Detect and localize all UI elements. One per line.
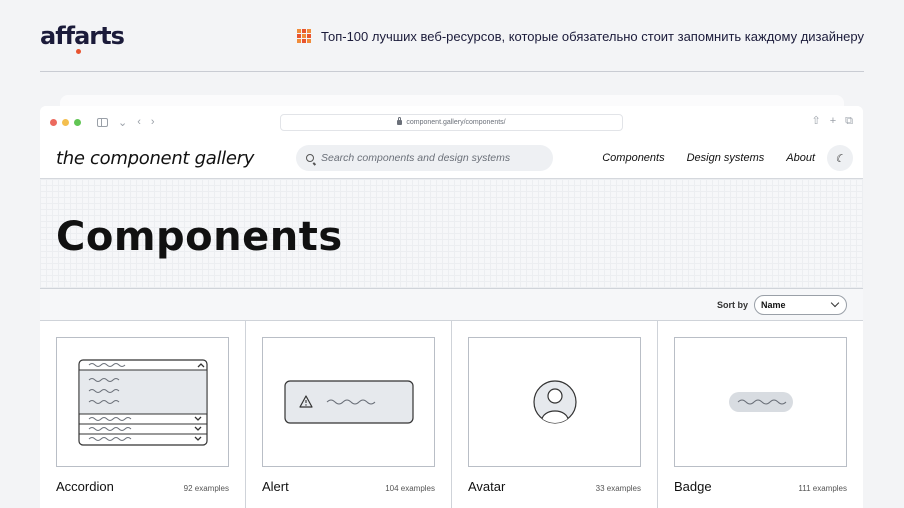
window-controls (50, 118, 81, 126)
page-title: Components (56, 213, 343, 260)
nav-about[interactable]: About (786, 152, 815, 164)
address-url: component.gallery/components/ (406, 119, 506, 126)
grid-icon (297, 29, 312, 43)
card-footer: Alert 104 examples (262, 479, 435, 494)
component-card-badge[interactable]: Badge 111 examples (658, 321, 863, 508)
lock-icon (397, 117, 403, 125)
nav-components[interactable]: Components (602, 152, 664, 164)
component-card-avatar[interactable]: Avatar 33 examples (452, 321, 658, 508)
close-button[interactable] (50, 118, 57, 126)
card-title: Alert (262, 479, 289, 494)
headline-text: Топ-100 лучших веб-ресурсов, которые обя… (321, 28, 864, 44)
avatar-illustration (468, 337, 641, 467)
nav-design-systems[interactable]: Design systems (687, 152, 765, 164)
chevron-down-icon (830, 298, 840, 308)
card-title: Avatar (468, 479, 506, 494)
forward-icon[interactable]: › (151, 116, 155, 128)
component-grid: Accordion 92 examples Alert 104 examples… (40, 321, 863, 508)
component-card-alert[interactable]: Alert 104 examples (246, 321, 452, 508)
search-input[interactable]: Search components and design systems (296, 145, 553, 171)
component-card-accordion[interactable]: Accordion 92 examples (40, 321, 246, 508)
nav-controls: ⌄ ‹ › (97, 116, 155, 129)
accordion-illustration (56, 337, 229, 467)
article-headline: Топ-100 лучших веб-ресурсов, которые обя… (297, 29, 864, 44)
card-count: 111 examples (798, 484, 847, 493)
accordion-icon (78, 359, 208, 446)
chevron-down-icon[interactable]: ⌄ (118, 116, 127, 129)
site-nav-links: Components Design systems About ☾ (602, 145, 853, 171)
moon-icon[interactable]: ☾ (827, 145, 853, 171)
card-count: 33 examples (595, 484, 641, 493)
card-footer: Badge 111 examples (674, 479, 847, 494)
search-placeholder: Search components and design systems (321, 152, 511, 164)
minimize-button[interactable] (62, 118, 69, 126)
sort-value: Name (761, 299, 786, 310)
sort-bar: Sort by Name (40, 289, 863, 321)
share-icon[interactable]: ⇧ (811, 115, 820, 127)
badge-illustration (674, 337, 847, 467)
browser-actions: ⇧ + ⧉ (811, 115, 853, 127)
new-tab-icon[interactable]: + (830, 115, 836, 127)
browser-window: ⌄ ‹ › component.gallery/components/ ⇧ + … (40, 106, 863, 508)
logo-dot (76, 49, 81, 54)
affarts-logo[interactable]: affarts (40, 22, 125, 54)
sidebar-icon[interactable] (97, 117, 108, 127)
logo-text: affarts (40, 22, 125, 50)
site-navbar: the component gallery Search components … (40, 138, 863, 179)
sort-select[interactable]: Name (754, 294, 847, 315)
card-title: Accordion (56, 479, 114, 494)
site-brand[interactable]: the component gallery (56, 148, 296, 169)
alert-illustration (262, 337, 435, 467)
card-footer: Accordion 92 examples (56, 479, 229, 494)
alert-icon (284, 380, 414, 424)
card-footer: Avatar 33 examples (468, 479, 641, 494)
search-icon (306, 154, 314, 162)
article-frame: affarts Топ-100 лучших веб-ресурсов, кот… (0, 0, 904, 508)
top-header: affarts Топ-100 лучших веб-ресурсов, кот… (40, 20, 864, 54)
maximize-button[interactable] (74, 118, 81, 126)
card-title: Badge (674, 479, 712, 494)
card-count: 92 examples (183, 484, 229, 493)
card-count: 104 examples (385, 484, 435, 493)
avatar-icon (533, 380, 577, 424)
back-icon[interactable]: ‹ (137, 116, 141, 128)
sort-label: Sort by (716, 299, 748, 310)
badge-icon (729, 392, 793, 412)
tabs-icon[interactable]: ⧉ (845, 115, 853, 127)
address-bar[interactable]: component.gallery/components/ (280, 114, 623, 131)
hero: Components (40, 179, 863, 289)
header-divider (40, 71, 864, 72)
browser-toolbar: ⌄ ‹ › component.gallery/components/ ⇧ + … (40, 106, 863, 138)
